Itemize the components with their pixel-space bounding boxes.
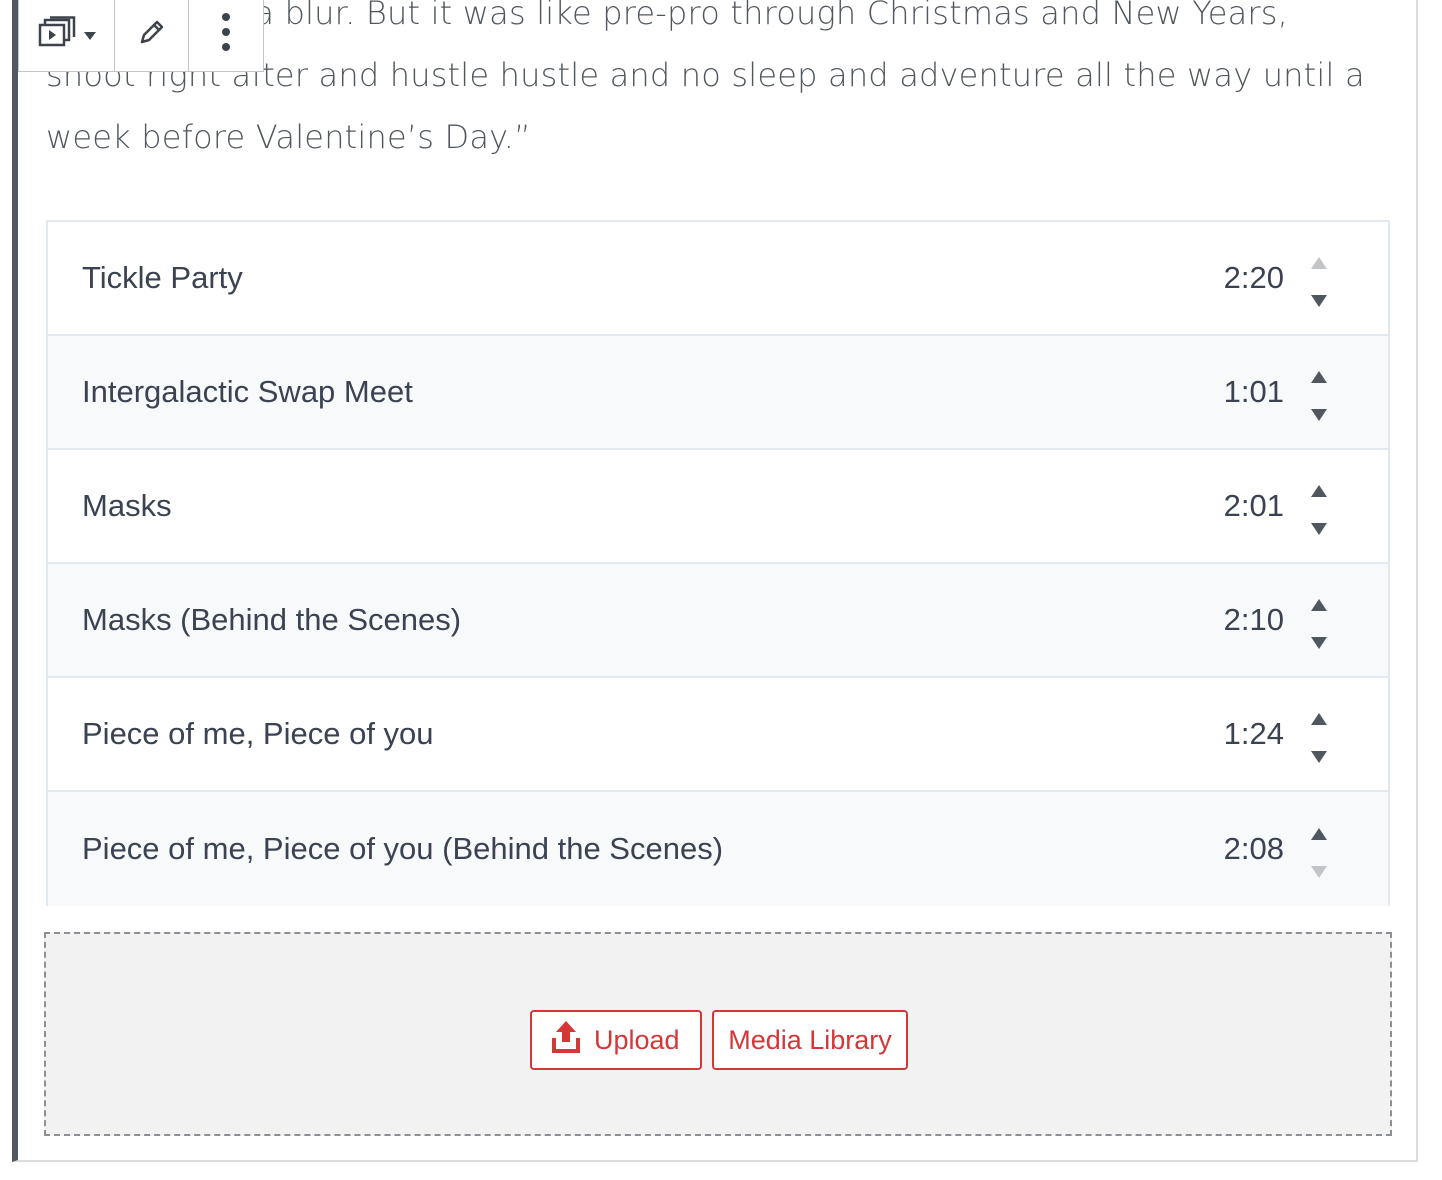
track-duration: 2:20 [1223,260,1284,295]
track-mover [1304,699,1334,769]
track-mover [1304,814,1334,884]
move-down-icon[interactable] [1311,295,1327,307]
media-placeholder[interactable]: Upload Media Library [44,932,1392,1136]
track-title: Masks (Behind the Scenes) [82,602,462,637]
move-up-icon[interactable] [1311,713,1327,725]
track-row[interactable]: Piece of me, Piece of you 1:24 [48,678,1388,792]
move-up-icon[interactable] [1311,599,1327,611]
upload-label: Upload [594,1024,680,1055]
more-vertical-icon [221,12,231,56]
track-mover [1304,243,1334,313]
edit-button[interactable] [115,0,189,71]
media-library-button[interactable]: Media Library [712,1010,908,1070]
track-duration: 1:01 [1223,374,1284,409]
move-down-icon[interactable] [1311,751,1327,763]
track-duration: 2:08 [1223,831,1284,866]
playlist-icon [38,15,78,53]
track-row[interactable]: Masks (Behind the Scenes) 2:10 [48,564,1388,678]
block-switcher-button[interactable] [19,0,115,71]
track-title: Tickle Party [82,260,243,295]
move-down-icon[interactable] [1311,409,1327,421]
chevron-down-icon [83,25,96,44]
placeholder-actions: Upload Media Library [530,1010,908,1070]
move-up-icon[interactable] [1311,257,1327,269]
move-down-icon[interactable] [1311,866,1327,878]
block-toolbar [18,0,264,72]
upload-button[interactable]: Upload [530,1010,702,1070]
track-row[interactable]: Piece of me, Piece of you (Behind the Sc… [48,792,1388,906]
track-title: Intergalactic Swap Meet [82,374,413,409]
move-down-icon[interactable] [1311,637,1327,649]
upload-icon [552,1020,580,1060]
track-duration: 2:01 [1223,488,1284,523]
move-up-icon[interactable] [1311,828,1327,840]
track-title: Masks [82,488,172,523]
move-down-icon[interactable] [1311,523,1327,535]
more-options-button[interactable] [189,0,263,71]
move-up-icon[interactable] [1311,485,1327,497]
move-up-icon[interactable] [1311,371,1327,383]
track-title: Piece of me, Piece of you (Behind the Sc… [82,831,724,866]
track-title: Piece of me, Piece of you [82,716,434,751]
track-row[interactable]: Masks 2:01 [48,450,1388,564]
playlist-tracklist: Tickle Party 2:20 Intergalactic Swap Mee… [46,220,1390,906]
track-mover [1304,585,1334,655]
track-row[interactable]: Tickle Party 2:20 [48,222,1388,336]
track-duration: 1:24 [1223,716,1284,751]
track-row[interactable]: Intergalactic Swap Meet 1:01 [48,336,1388,450]
track-duration: 2:10 [1223,602,1284,637]
pencil-icon [137,17,167,51]
track-mover [1304,471,1334,541]
track-mover [1304,357,1334,427]
